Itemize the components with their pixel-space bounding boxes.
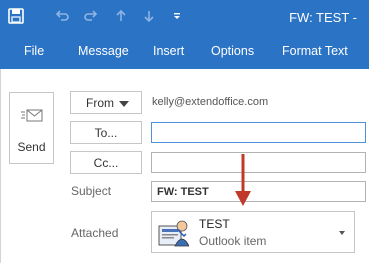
attachment-item[interactable]: TEST Outlook item [151,211,355,253]
save-icon[interactable] [8,8,24,26]
tab-insert[interactable]: Insert [153,44,184,58]
to-button[interactable]: To... [70,121,142,144]
tab-options[interactable]: Options [211,44,254,58]
cc-label: Cc... [93,156,119,170]
attachment-dropdown-icon[interactable] [339,231,345,235]
to-label: To... [94,126,118,140]
from-label: From [86,96,114,110]
redo-icon[interactable] [83,8,99,26]
title-bar: FW: TEST - [0,0,369,36]
chevron-down-icon [119,101,129,107]
tab-format-text[interactable]: Format Text [282,44,348,58]
cc-button[interactable]: Cc... [70,151,142,174]
to-field[interactable] [151,122,366,143]
send-button[interactable]: Send [9,92,54,164]
send-envelope-icon [20,105,44,127]
attachment-type: Outlook item [199,234,267,248]
attachment-name: TEST [199,217,230,231]
undo-icon[interactable] [54,8,70,26]
down-arrow-icon[interactable] [141,8,157,26]
subject-field[interactable]: FW: TEST [151,181,366,202]
annotation-arrow-icon [233,153,253,207]
up-arrow-icon[interactable] [113,8,129,26]
cc-field[interactable] [151,152,366,173]
subject-value: FW: TEST [157,186,209,198]
outlook-item-icon [157,218,190,248]
window-title: FW: TEST - [289,10,357,25]
from-button[interactable]: From [70,91,142,114]
customize-quick-access-icon[interactable] [169,8,185,26]
from-address: kelly@extendoffice.com [152,96,269,108]
attached-label: Attached [71,226,119,240]
send-label: Send [17,140,46,154]
tab-file[interactable]: File [24,44,44,58]
subject-label: Subject [71,184,112,198]
tab-message[interactable]: Message [78,44,129,58]
